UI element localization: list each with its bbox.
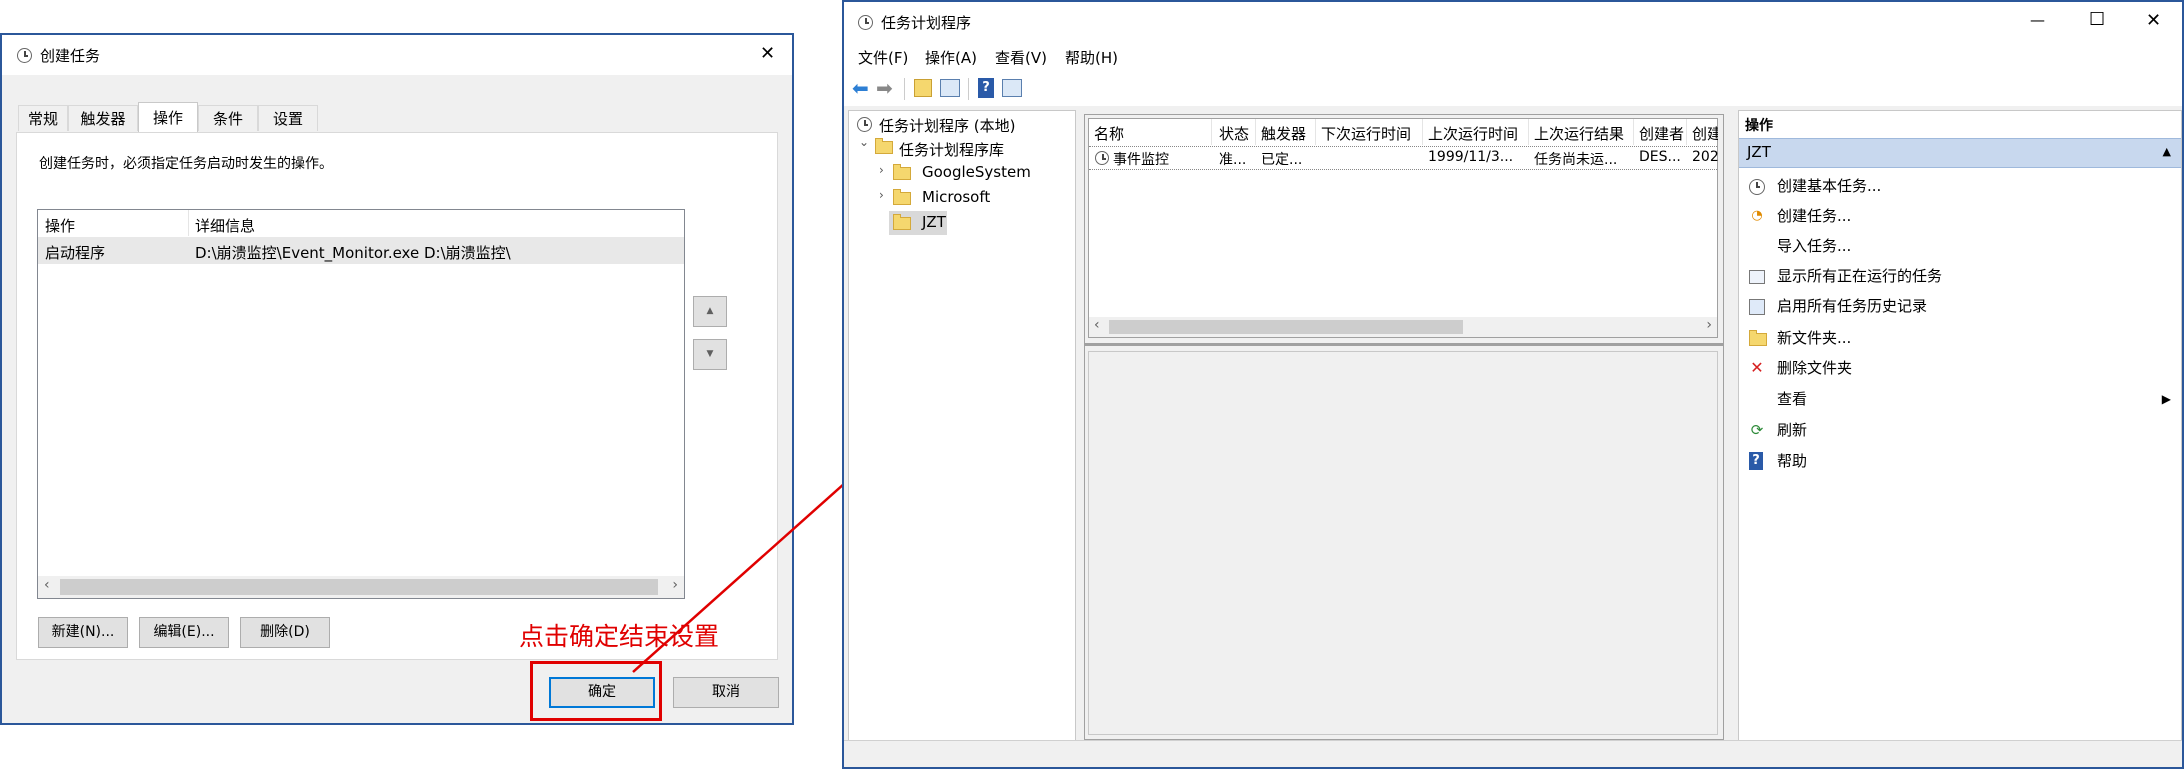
section-title: JZT [1747, 143, 1771, 161]
task-status: 准... [1219, 152, 1247, 168]
actions-pane: 操作 JZT ▲ 创建基本任务... ◔ 创建任务... 导入任务... 显示所… [1738, 110, 2182, 742]
tree-folder-jzt[interactable]: JZT [922, 213, 946, 231]
horizontal-scrollbar[interactable]: ‹ › [1089, 317, 1717, 337]
tree-root[interactable]: 任务计划程序 (本地) [879, 115, 1015, 136]
column-name[interactable]: 名称 [1094, 123, 1124, 144]
task-created: 202 [1692, 149, 1719, 165]
action-refresh[interactable]: ⟳ 刷新 [1739, 415, 2181, 445]
minimize-icon[interactable]: — [2030, 11, 2045, 29]
menu-file[interactable]: 文件(F) [858, 47, 908, 68]
action-label: 启用所有任务历史记录 [1777, 297, 1928, 315]
actions-header: 操作 [1745, 118, 1773, 134]
actions-section-jzt[interactable]: JZT ▲ [1739, 138, 2181, 168]
task-trigger: 已定... [1261, 152, 1303, 168]
scheduler-title: 任务计划程序 [881, 14, 972, 32]
scheduler-root-icon [857, 117, 872, 132]
action-label: 创建基本任务... [1777, 177, 1882, 195]
task-last-result: 任务尚未运... [1534, 152, 1618, 168]
navigation-tree: 任务计划程序 (本地) ⌄ 任务计划程序库 › GoogleSystem › M… [848, 110, 1076, 742]
status-bar [844, 740, 2182, 767]
action-label: 查看 [1777, 390, 1808, 408]
column-next-run[interactable]: 下次运行时间 [1321, 123, 1411, 144]
menu-action[interactable]: 操作(A) [925, 47, 977, 68]
actions-list: 创建基本任务... ◔ 创建任务... 导入任务... 显示所有正在运行的任务 … [1739, 171, 2181, 491]
scheduler-titlebar: 任务计划程序 — ☐ ✕ [844, 2, 2182, 42]
column-author[interactable]: 创建者 [1639, 123, 1684, 144]
task-last-run: 1999/11/3... [1428, 149, 1514, 165]
action-label: 新文件夹... [1777, 329, 1852, 347]
scroll-thumb[interactable] [1109, 320, 1463, 334]
new-folder-icon [1749, 330, 1767, 346]
action-label: 创建任务... [1777, 207, 1852, 225]
action-create-task[interactable]: ◔ 创建任务... [1739, 201, 2181, 231]
menu-view[interactable]: 查看(V) [995, 47, 1047, 68]
action-create-basic-task[interactable]: 创建基本任务... [1739, 171, 2181, 201]
action-label: 删除文件夹 [1777, 359, 1853, 377]
action-help[interactable]: ? 帮助 [1739, 446, 2181, 476]
tree-library[interactable]: 任务计划程序库 [899, 139, 1004, 160]
action-label: 帮助 [1777, 452, 1808, 470]
task-author: DES... [1639, 149, 1681, 165]
task-list-header: 名称 状态 触发器 下次运行时间 上次运行时间 上次运行结果 创建者 创建 [1089, 119, 1718, 145]
column-last-run[interactable]: 上次运行时间 [1428, 123, 1518, 144]
collapse-chevron-icon[interactable]: › [879, 163, 884, 177]
clock-new-icon: ◔ [1751, 208, 1763, 223]
submenu-arrow-icon: ▶ [2161, 392, 2171, 406]
history-icon [1749, 299, 1765, 315]
column-trigger[interactable]: 触发器 [1261, 123, 1306, 144]
pane-splitter[interactable] [1085, 343, 1723, 346]
expand-chevron-icon[interactable]: ⌄ [859, 135, 869, 149]
back-arrow-icon[interactable]: ⬅ [852, 76, 869, 100]
show-hide-action-pane-icon[interactable] [1002, 79, 1022, 97]
task-name: 事件监控 [1113, 152, 1169, 168]
action-view[interactable]: 查看 ▶ [1739, 384, 2181, 414]
library-folder-icon [875, 138, 893, 154]
action-enable-history[interactable]: 启用所有任务历史记录 [1739, 291, 2181, 321]
tree-folder-googlesystem[interactable]: GoogleSystem [922, 163, 1031, 181]
column-last-result[interactable]: 上次运行结果 [1534, 123, 1624, 144]
column-created[interactable]: 创建 [1692, 123, 1718, 144]
task-scheduler-window: 任务计划程序 — ☐ ✕ 文件(F) 操作(A) 查看(V) 帮助(H) ⬅ ➡… [842, 0, 2184, 769]
folder-icon [893, 189, 911, 205]
clock-wand-icon [1749, 179, 1765, 195]
action-label: 导入任务... [1777, 237, 1852, 255]
action-new-folder[interactable]: 新文件夹... [1739, 323, 2181, 353]
action-import-task[interactable]: 导入任务... [1739, 231, 2181, 261]
show-hide-console-icon[interactable] [940, 79, 960, 97]
help-icon[interactable]: ? [978, 78, 994, 98]
task-details-area [1088, 351, 1718, 735]
scheduler-clock-icon [858, 15, 873, 30]
task-list-pane: 名称 状态 触发器 下次运行时间 上次运行时间 上次运行结果 创建者 创建 事件… [1084, 114, 1724, 740]
scroll-left-icon[interactable]: ‹ [1094, 317, 1100, 333]
scroll-right-icon[interactable]: › [1706, 317, 1712, 333]
collapse-chevron-icon[interactable]: › [879, 188, 884, 202]
folder-icon [893, 164, 911, 180]
maximize-icon[interactable]: ☐ [2089, 9, 2105, 30]
up-folder-icon[interactable] [914, 79, 932, 97]
refresh-icon: ⟳ [1750, 421, 1764, 439]
table-row[interactable]: 事件监控 准... 已定... 1999/11/3... 任务尚未运... DE… [1089, 146, 1719, 170]
delete-icon: ✕ [1750, 358, 1764, 377]
menu-bar: 文件(F) 操作(A) 查看(V) 帮助(H) [844, 42, 2182, 72]
help-icon: ? [1749, 452, 1763, 470]
toolbar: ⬅ ➡ ? [844, 72, 2182, 106]
action-delete-folder[interactable]: ✕ 删除文件夹 [1739, 353, 2181, 383]
column-status[interactable]: 状态 [1219, 123, 1249, 144]
tree-folder-microsoft[interactable]: Microsoft [922, 188, 990, 206]
running-tasks-icon [1749, 270, 1765, 284]
action-label: 显示所有正在运行的任务 [1777, 267, 1943, 285]
task-list: 名称 状态 触发器 下次运行时间 上次运行时间 上次运行结果 创建者 创建 事件… [1088, 118, 1719, 338]
action-label: 刷新 [1777, 421, 1808, 439]
forward-arrow-icon[interactable]: ➡ [876, 76, 893, 100]
folder-icon [893, 214, 911, 230]
action-show-running-tasks[interactable]: 显示所有正在运行的任务 [1739, 261, 2181, 291]
task-clock-icon [1095, 151, 1109, 165]
menu-help[interactable]: 帮助(H) [1065, 47, 1118, 68]
collapse-up-icon[interactable]: ▲ [2163, 145, 2171, 158]
close-icon[interactable]: ✕ [2146, 10, 2161, 31]
